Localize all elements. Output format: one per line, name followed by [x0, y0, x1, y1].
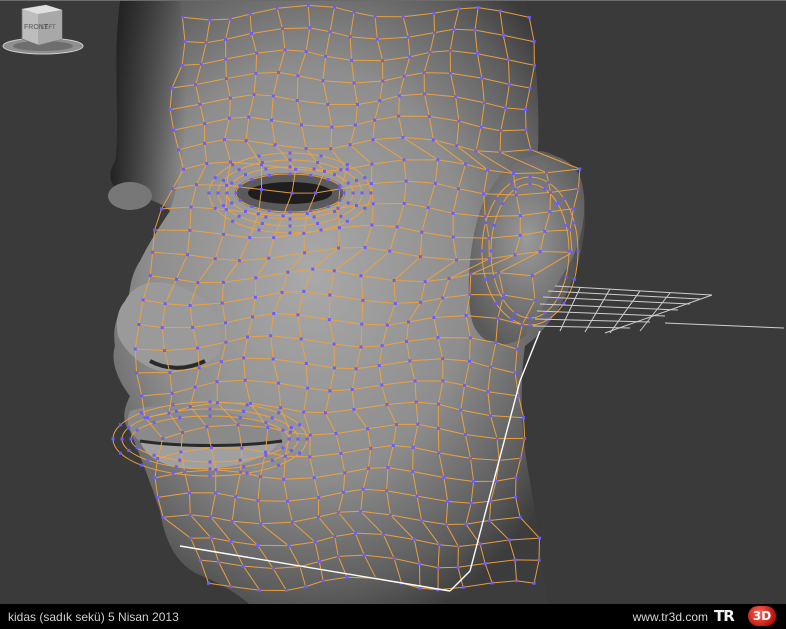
- viewcube-icon[interactable]: FRONT LEFT: [0, 1, 86, 57]
- author-credit: kidas (sadık sekü) 5 Nisan 2013: [8, 610, 179, 624]
- website-link[interactable]: www.tr3d.com: [633, 610, 708, 624]
- brow-ridge: [108, 182, 152, 210]
- site-logo: TR 3D: [714, 606, 778, 627]
- head-model-render[interactable]: [0, 1, 786, 604]
- perspective-viewport[interactable]: FRONT LEFT: [0, 0, 786, 604]
- logo-badge: 3D: [748, 606, 776, 626]
- caption-bar: kidas (sadık sekü) 5 Nisan 2013 www.tr3d…: [0, 604, 786, 629]
- screenshot-frame: FRONT LEFT kidas (sadık sekü) 5 Nisan 20…: [0, 0, 786, 629]
- viewcube-side-label: LEFT: [41, 25, 56, 31]
- logo-text: TR: [714, 607, 735, 625]
- ground-grid: [532, 285, 785, 334]
- temple-shadow: [110, 1, 187, 211]
- head-mesh[interactable]: [108, 1, 585, 604]
